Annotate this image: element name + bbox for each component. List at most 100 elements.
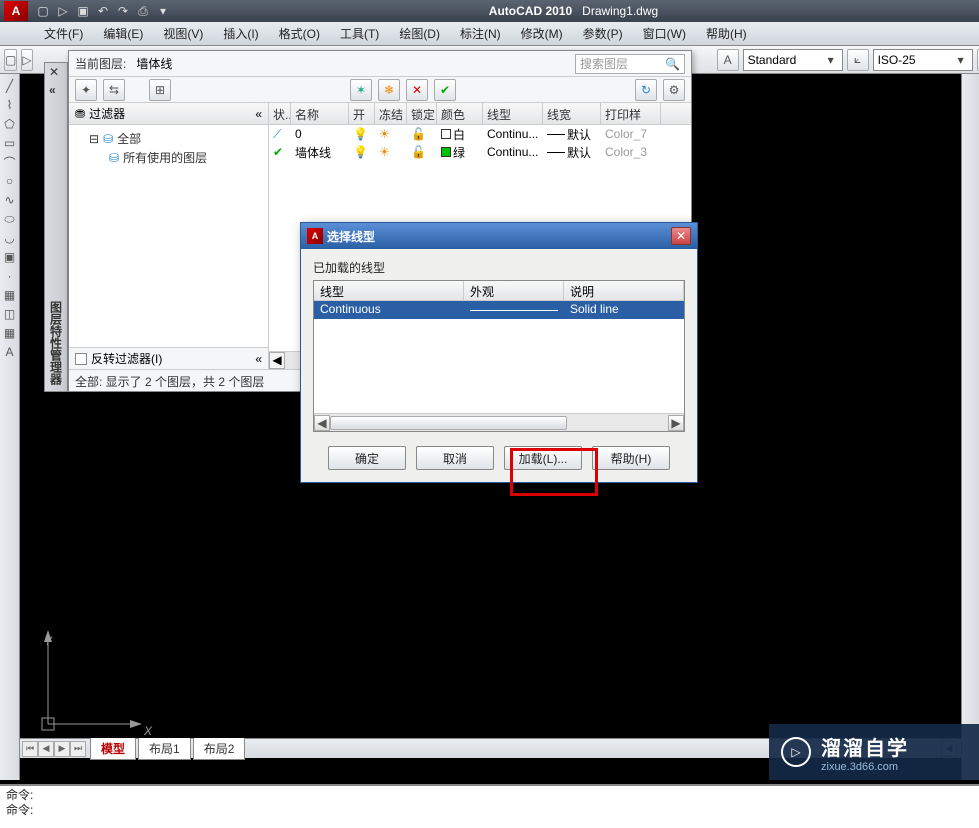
layer-state-icon: ⟋ — [273, 127, 281, 142]
right-toolbox — [961, 74, 979, 780]
bulb-on-icon[interactable]: 💡 — [353, 145, 368, 159]
region-icon[interactable]: ◫ — [2, 306, 18, 322]
collapse-left2-icon[interactable]: « — [255, 352, 262, 366]
color-swatch[interactable] — [441, 129, 451, 139]
freeze-layer-icon[interactable]: ❄ — [378, 79, 400, 101]
polygon-icon[interactable]: ⬠ — [2, 116, 18, 132]
tab-prev-icon[interactable]: ◀ — [38, 741, 54, 757]
circle-icon[interactable]: ○ — [2, 173, 18, 189]
set-current-icon[interactable]: ✔ — [434, 79, 456, 101]
lock-open-icon[interactable]: 🔓 — [411, 127, 426, 141]
layers-icon: ⛁ — [103, 132, 113, 146]
qat-dropdown-icon[interactable]: ▾ — [154, 2, 172, 20]
dim-style-combo[interactable]: ISO-25▾ — [873, 49, 973, 71]
open-file-icon[interactable]: ▷ — [21, 49, 32, 71]
scroll-left-icon[interactable]: ◀ — [314, 415, 330, 431]
loaded-ltype-label: 已加载的线型 — [313, 259, 685, 276]
redo-icon[interactable]: ↷ — [114, 2, 132, 20]
app-logo[interactable]: A — [4, 1, 28, 21]
current-layer-icon: ✔ — [273, 145, 283, 159]
lock-open-icon[interactable]: 🔓 — [411, 145, 426, 159]
filter-tree[interactable]: ⊟⛁全部 ⛁所有使用的图层 — [69, 125, 268, 347]
color-swatch[interactable] — [441, 147, 451, 157]
line-icon[interactable]: ╱ — [2, 78, 18, 94]
block-icon[interactable]: ▣ — [2, 249, 18, 265]
palette-close-icon[interactable]: ✕ — [49, 65, 59, 79]
menu-dim[interactable]: 标注(N) — [450, 22, 511, 45]
collapse-left-icon[interactable]: « — [255, 107, 262, 121]
textstyle-icon[interactable]: A — [717, 49, 739, 71]
text-style-combo[interactable]: Standard▾ — [743, 49, 843, 71]
ellipse-arc-icon[interactable]: ◡ — [2, 230, 18, 246]
tab-layout1[interactable]: 布局1 — [138, 738, 191, 760]
delete-layer-icon[interactable]: ✕ — [406, 79, 428, 101]
hscroll-left-icon[interactable]: ◀ — [269, 352, 285, 369]
scroll-right-icon[interactable]: ▶ — [668, 415, 684, 431]
settings-icon[interactable]: ⚙ — [663, 79, 685, 101]
title-text: AutoCAD 2010Drawing1.dwg — [172, 4, 975, 18]
ellipse-icon[interactable]: ⬭ — [2, 211, 18, 227]
cancel-button[interactable]: 取消 — [416, 446, 494, 470]
tab-first-icon[interactable]: ⏮ — [22, 741, 38, 757]
tab-layout2[interactable]: 布局2 — [193, 738, 246, 760]
dialog-titlebar[interactable]: A 选择线型 ✕ — [301, 223, 697, 249]
list-scrollbar[interactable]: ◀ ▶ — [314, 413, 684, 431]
new-layer-icon[interactable]: ✦ — [75, 79, 97, 101]
menu-modify[interactable]: 修改(M) — [511, 22, 573, 45]
quick-access-toolbar: ▢ ▷ ▣ ↶ ↷ ⎙ ▾ — [34, 2, 172, 20]
dialog-close-button[interactable]: ✕ — [671, 227, 691, 245]
menu-file[interactable]: 文件(F) — [34, 22, 93, 45]
text-icon[interactable]: A — [2, 344, 18, 360]
command-line[interactable]: 命令: 命令: — [0, 784, 979, 828]
rectangle-icon[interactable]: ▭ — [2, 135, 18, 151]
new-layer2-icon[interactable]: ✶ — [350, 79, 372, 101]
undo-icon[interactable]: ↶ — [94, 2, 112, 20]
layer-states-icon[interactable]: ⇆ — [103, 79, 125, 101]
invert-label: 反转过滤器(I) — [91, 350, 162, 367]
layer-row[interactable]: ✔ 墙体线 💡 ☀ 🔓 绿 Continu... 默认 Color_3 — [269, 143, 691, 161]
new-file-icon[interactable]: ▢ — [4, 49, 17, 71]
menu-tools[interactable]: 工具(T) — [330, 22, 389, 45]
chevron-down-icon: ▾ — [824, 53, 838, 67]
linetype-list[interactable]: 线型 外观 说明 Continuous Solid line ◀ ▶ — [313, 280, 685, 432]
polyline-icon[interactable]: ⌇ — [2, 97, 18, 113]
palette-collapse-icon[interactable]: « — [49, 83, 56, 97]
dialog-title: 选择线型 — [327, 228, 667, 245]
menu-window[interactable]: 窗口(W) — [633, 22, 696, 45]
new-icon[interactable]: ▢ — [34, 2, 52, 20]
scroll-thumb[interactable] — [330, 416, 567, 430]
select-linetype-dialog: A 选择线型 ✕ 已加载的线型 线型 外观 说明 Continuous Soli… — [300, 222, 698, 483]
menu-param[interactable]: 参数(P) — [573, 22, 633, 45]
bulb-on-icon[interactable]: 💡 — [353, 127, 368, 141]
ok-button[interactable]: 确定 — [328, 446, 406, 470]
sun-icon[interactable]: ☀ — [379, 127, 390, 141]
sun-icon[interactable]: ☀ — [379, 145, 390, 159]
filter-header: 过滤器 — [89, 105, 125, 122]
hatch-icon[interactable]: ▦ — [2, 287, 18, 303]
menu-help[interactable]: 帮助(H) — [696, 22, 757, 45]
layer-row[interactable]: ⟋ 0 💡 ☀ 🔓 白 Continu... 默认 Color_7 — [269, 125, 691, 143]
menu-edit[interactable]: 编辑(E) — [93, 22, 153, 45]
palette-title-strip[interactable]: ✕ « 图层特性管理器 — [44, 62, 68, 392]
help-button[interactable]: 帮助(H) — [592, 446, 670, 470]
dimstyle-icon[interactable]: ⟀ — [847, 49, 869, 71]
menu-format[interactable]: 格式(O) — [269, 22, 330, 45]
new-group-icon[interactable]: ⊞ — [149, 79, 171, 101]
arc-icon[interactable]: ⌒ — [2, 154, 18, 170]
print-icon[interactable]: ⎙ — [134, 2, 152, 20]
save-icon[interactable]: ▣ — [74, 2, 92, 20]
refresh-icon[interactable]: ↻ — [635, 79, 657, 101]
tab-model[interactable]: 模型 — [90, 738, 136, 760]
point-icon[interactable]: · — [2, 268, 18, 284]
menu-insert[interactable]: 插入(I) — [213, 22, 268, 45]
open-icon[interactable]: ▷ — [54, 2, 72, 20]
table-icon[interactable]: ▦ — [2, 325, 18, 341]
spline-icon[interactable]: ∿ — [2, 192, 18, 208]
layer-search-input[interactable]: 搜索图层 🔍 — [575, 54, 685, 74]
menu-draw[interactable]: 绘图(D) — [389, 22, 450, 45]
invert-checkbox[interactable] — [75, 353, 87, 365]
tab-next-icon[interactable]: ▶ — [54, 741, 70, 757]
linetype-row[interactable]: Continuous Solid line — [314, 301, 684, 319]
tab-last-icon[interactable]: ⏭ — [70, 741, 86, 757]
menu-view[interactable]: 视图(V) — [153, 22, 213, 45]
